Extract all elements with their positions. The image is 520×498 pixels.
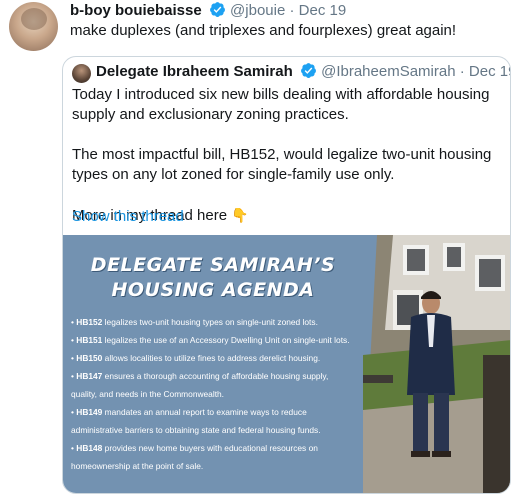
bill-number: HB152 [76,317,103,327]
tweet-text: make duplexes (and triplexes and fourple… [70,22,457,39]
bill-item: quality, and needs in the Commonwealth. [71,389,225,399]
quoted-text: Today I introduced six new bills dealing… [72,85,504,226]
timestamp[interactable]: Dec 19 [299,2,347,19]
separator: · [289,2,295,19]
bill-number: HB147 [76,371,103,381]
bill-item: • HB148 provides new home buyers with ed… [71,443,318,453]
pointing-down-emoji: 👇 [231,207,249,223]
bill-number: HB151 [76,335,103,345]
separator: · [459,63,465,80]
quoted-paragraph: The most impactful bill, HB152, would le… [72,146,492,183]
bill-item: • HB152 legalizes two-unit housing types… [71,317,318,327]
tweet-header: b-boy bouiebaisse @jbouie · Dec 19 [70,1,346,21]
display-name[interactable]: b-boy bouiebaisse [70,2,202,19]
bill-number: HB150 [76,353,103,363]
quoted-avatar[interactable] [72,64,91,83]
bill-list: • HB152 legalizes two-unit housing types… [71,313,371,475]
attached-image[interactable]: DELEGATE SAMIRAH’S HOUSING AGENDA • HB15… [63,235,510,493]
quoted-handle[interactable]: @IbraheemSamirah [321,63,455,80]
verified-badge-icon [209,2,225,17]
bill-number: HB149 [76,407,103,417]
bill-item: • HB149 mandates an annual report to exa… [71,407,307,417]
bill-item: homeownership at the point of sale. [71,461,204,471]
bill-item: • HB151 legalizes the use of an Accessor… [71,335,350,345]
show-thread-link[interactable]: Show this thread [72,207,184,227]
bill-item: administrative barriers to obtaining sta… [71,425,321,435]
bill-item: • HB147 ensures a thorough accounting of… [71,371,329,381]
quoted-header: Delegate Ibraheem Samirah @IbraheemSamir… [96,62,510,82]
bill-number: HB148 [76,443,103,453]
verified-badge-icon [300,63,316,78]
quoted-display-name[interactable]: Delegate Ibraheem Samirah [96,63,293,80]
bill-item: • HB150 allows localities to utilize fin… [71,353,321,363]
delegate-photo [363,235,510,493]
avatar[interactable] [9,2,58,51]
quoted-tweet[interactable]: Delegate Ibraheem Samirah @IbraheemSamir… [62,56,511,494]
quoted-timestamp[interactable]: Dec 19 [469,63,510,80]
quoted-paragraph: Today I introduced six new bills dealing… [72,86,490,123]
handle[interactable]: @jbouie [230,2,285,19]
